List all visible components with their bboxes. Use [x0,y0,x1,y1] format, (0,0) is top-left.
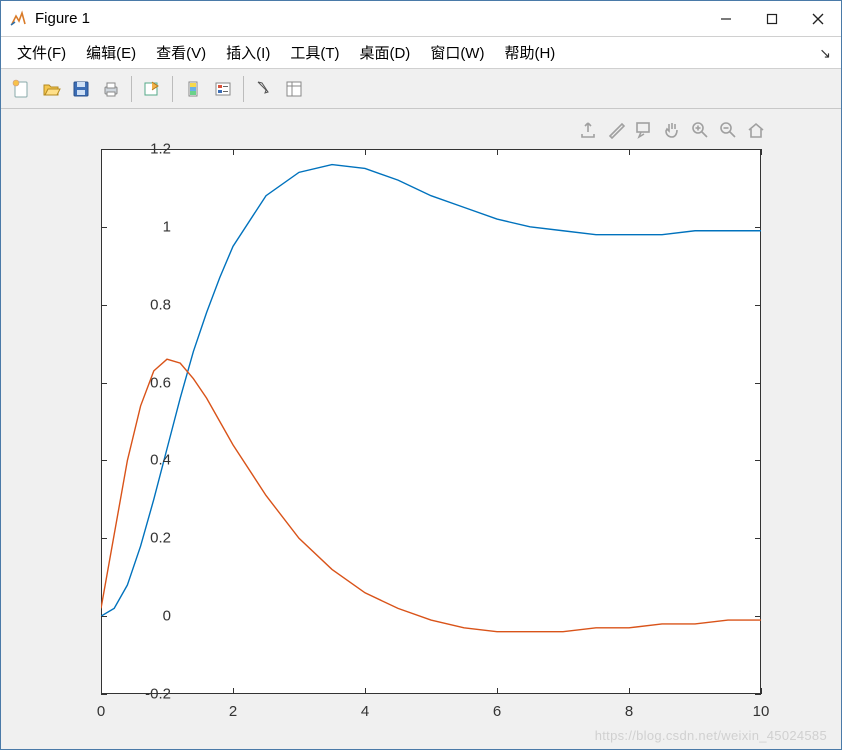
x-tick [761,149,762,155]
export-icon[interactable] [577,119,599,141]
x-tick [101,149,102,155]
y-tick [101,383,107,384]
toolbar-separator [172,76,173,102]
line-series-2 [101,359,761,632]
figure-window: Figure 1 文件(F) 编辑(E) 查看(V) 插入(I) 工具(T) 桌… [0,0,842,750]
watermark: https://blog.csdn.net/weixin_45024585 [595,728,827,743]
brush-icon[interactable] [605,119,627,141]
matlab-icon [9,10,27,28]
axes-toolbar [577,119,767,141]
pan-icon[interactable] [661,119,683,141]
y-tick-label: -0.2 [131,686,171,703]
y-tick [101,460,107,461]
y-tick [755,305,761,306]
y-tick-label: 1.2 [131,141,171,158]
x-tick [233,688,234,694]
y-tick [755,616,761,617]
y-tick [755,227,761,228]
menu-view[interactable]: 查看(V) [148,38,214,67]
new-figure-button[interactable] [7,75,35,103]
x-tick-label: 8 [625,703,633,720]
menu-edit[interactable]: 编辑(E) [78,38,144,67]
maximize-button[interactable] [749,2,795,36]
insert-colorbar-button[interactable] [179,75,207,103]
save-button[interactable] [67,75,95,103]
minimize-button[interactable] [703,2,749,36]
x-tick-label: 10 [753,703,770,720]
y-tick [101,227,107,228]
y-tick [755,383,761,384]
line-series-1 [101,165,761,617]
menu-desktop[interactable]: 桌面(D) [351,38,418,67]
y-tick-label: 0 [131,608,171,625]
menu-help[interactable]: 帮助(H) [496,38,563,67]
y-tick-label: 0.8 [131,296,171,313]
y-tick [101,694,107,695]
x-tick [629,149,630,155]
x-tick [497,149,498,155]
datatip-icon[interactable] [633,119,655,141]
toolbar-separator [131,76,132,102]
open-button[interactable] [37,75,65,103]
x-tick-label: 6 [493,703,501,720]
menu-window[interactable]: 窗口(W) [422,38,492,67]
y-tick-label: 0.2 [131,530,171,547]
toolbar-separator [243,76,244,102]
window-title: Figure 1 [35,10,703,27]
zoom-in-icon[interactable] [689,119,711,141]
x-tick-label: 4 [361,703,369,720]
x-tick-label: 2 [229,703,237,720]
y-tick [755,694,761,695]
window-controls [703,2,841,36]
print-button[interactable] [97,75,125,103]
insert-legend-button[interactable] [209,75,237,103]
titlebar: Figure 1 [1,1,841,37]
menu-insert[interactable]: 插入(I) [218,38,278,67]
x-tick [101,688,102,694]
x-tick [233,149,234,155]
menubar: 文件(F) 编辑(E) 查看(V) 插入(I) 工具(T) 桌面(D) 窗口(W… [1,37,841,69]
x-tick [629,688,630,694]
y-tick [755,460,761,461]
toolbar [1,69,841,109]
y-tick [101,538,107,539]
property-inspector-button[interactable] [280,75,308,103]
y-tick-label: 0.4 [131,452,171,469]
home-icon[interactable] [745,119,767,141]
y-tick-label: 0.6 [131,374,171,391]
toolbar-overflow-icon[interactable]: ↘ [819,45,831,62]
x-tick [497,688,498,694]
menu-tools[interactable]: 工具(T) [282,38,347,67]
x-tick-label: 0 [97,703,105,720]
x-tick [365,149,366,155]
close-button[interactable] [795,2,841,36]
y-tick [101,616,107,617]
plot-lines [101,149,761,694]
menu-file[interactable]: 文件(F) [9,38,74,67]
figure-area: -0.2 0 0.2 0.4 0.6 0.8 1 1.2 0 2 4 6 8 10 https://blo… [1,109,841,749]
edit-plot-button[interactable] [250,75,278,103]
x-tick [761,688,762,694]
y-tick [755,538,761,539]
y-tick [101,305,107,306]
link-data-button[interactable] [138,75,166,103]
y-tick-label: 1 [131,218,171,235]
zoom-out-icon[interactable] [717,119,739,141]
x-tick [365,688,366,694]
